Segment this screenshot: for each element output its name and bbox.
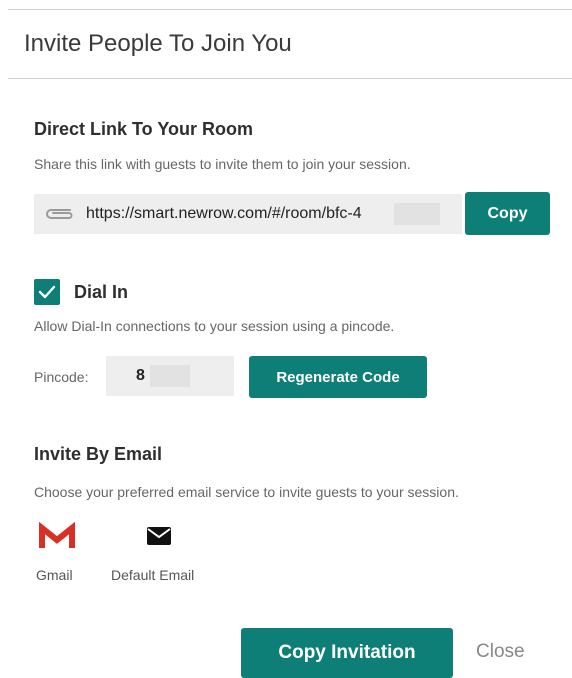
checkmark-icon xyxy=(38,285,56,299)
copy-link-button[interactable]: Copy xyxy=(465,192,550,235)
close-button[interactable]: Close xyxy=(470,640,531,664)
direct-link-description: Share this link with guests to invite th… xyxy=(34,156,411,172)
dialog-title: Invite People To Join You xyxy=(24,30,292,57)
dial-in-description: Allow Dial-In connections to your sessio… xyxy=(34,318,395,334)
invite-email-title: Invite By Email xyxy=(34,444,163,464)
redaction-mask xyxy=(150,365,190,387)
envelope-icon[interactable] xyxy=(147,527,171,550)
gmail-icon[interactable] xyxy=(38,521,76,557)
room-link-field[interactable]: https://smart.newrow.com/#/room/bfc-4 xyxy=(34,194,462,234)
top-divider xyxy=(8,9,572,10)
copy-invitation-button[interactable]: Copy Invitation xyxy=(241,628,453,678)
regenerate-code-button[interactable]: Regenerate Code xyxy=(249,356,427,398)
invite-email-description: Choose your preferred email service to i… xyxy=(34,484,459,500)
dial-in-checkbox[interactable] xyxy=(34,279,60,305)
redaction-mask xyxy=(394,203,440,225)
header-divider xyxy=(8,78,572,79)
paperclip-icon xyxy=(42,204,76,229)
pincode-field: 8 2 xyxy=(106,356,234,396)
direct-link-title: Direct Link To Your Room xyxy=(34,119,254,139)
gmail-label[interactable]: Gmail xyxy=(36,567,73,583)
pincode-label: Pincode: xyxy=(34,369,89,385)
default-email-label[interactable]: Default Email xyxy=(111,567,194,583)
room-link-text: https://smart.newrow.com/#/room/bfc-4 xyxy=(86,205,362,222)
dial-in-label: Dial In xyxy=(74,282,129,302)
